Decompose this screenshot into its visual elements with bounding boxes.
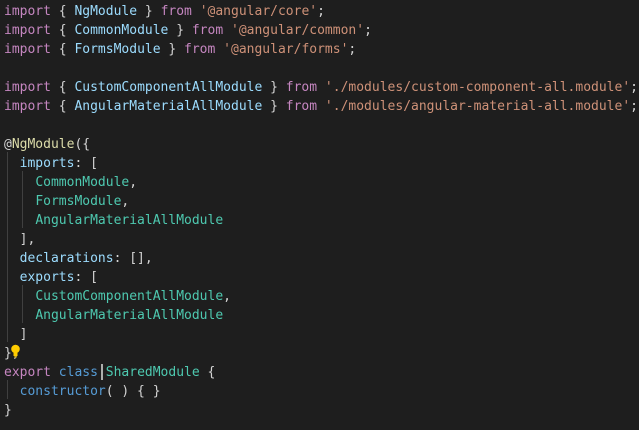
code-token: exports	[19, 270, 75, 285]
code-line[interactable]: export class SharedModule {	[4, 363, 215, 382]
code-line[interactable]: FormsModule,	[4, 192, 129, 211]
code-token: ;	[348, 42, 357, 57]
code-token: import	[4, 4, 51, 19]
code-token: }	[160, 42, 185, 57]
code-token: CustomComponentAllModule	[74, 80, 263, 95]
code-token: ;	[630, 99, 638, 114]
code-token: ;	[317, 4, 325, 19]
code-token: export	[4, 365, 51, 380]
code-token: FormsModule	[74, 42, 161, 57]
code-token: from	[285, 99, 318, 114]
code-line[interactable]: import { CommonModule } from '@angular/c…	[4, 21, 372, 40]
code-line[interactable]: }	[4, 401, 12, 420]
code-line[interactable]: exports: [	[4, 268, 98, 287]
code-line[interactable]: import { FormsModule } from '@angular/fo…	[4, 40, 356, 59]
code-token: : [],	[113, 251, 153, 266]
code-token: }	[262, 80, 286, 95]
code-token: : [	[74, 270, 98, 285]
code-token: from	[184, 42, 216, 57]
code-line[interactable]: import { CustomComponentAllModule } from…	[4, 78, 638, 97]
code-line[interactable]: AngularMaterialAllModule	[4, 306, 223, 325]
code-line[interactable]: CommonModule,	[4, 173, 137, 192]
code-token: ;	[630, 80, 638, 95]
code-token: }	[4, 403, 12, 418]
code-token: FormsModule	[35, 194, 122, 209]
code-token: './modules/angular-material-all.module'	[324, 99, 631, 114]
code-token: import	[4, 80, 51, 95]
text-cursor	[101, 364, 103, 380]
code-token: {	[50, 42, 75, 57]
code-token: CommonModule	[74, 23, 169, 38]
code-token: ;	[364, 23, 372, 38]
code-token: constructor	[19, 384, 106, 399]
code-token: import	[4, 42, 51, 57]
code-token: CustomComponentAllModule	[35, 289, 224, 304]
code-token: {	[50, 99, 75, 114]
code-token: from	[160, 4, 192, 19]
code-token: : [	[74, 156, 98, 171]
code-token: NgModule	[11, 137, 75, 152]
lightbulb-icon[interactable]	[10, 344, 21, 358]
code-token: CommonModule	[35, 175, 130, 190]
code-token: ({	[74, 137, 91, 152]
code-token: {	[50, 23, 75, 38]
code-token: {	[50, 4, 75, 19]
code-token: '@angular/forms'	[223, 42, 349, 57]
code-token: ( ) { }	[105, 384, 161, 399]
code-token: NgModule	[74, 4, 138, 19]
code-token: from	[191, 23, 224, 38]
code-token: ],	[4, 232, 36, 247]
code-line[interactable]: AngularMaterialAllModule	[4, 211, 223, 230]
code-editor[interactable]: import { NgModule } from '@angular/core'…	[0, 0, 639, 430]
code-token: {	[50, 80, 75, 95]
code-line[interactable]: CustomComponentAllModule,	[4, 287, 231, 306]
code-line[interactable]: imports: [	[4, 154, 98, 173]
code-token: import	[4, 99, 51, 114]
code-token: ]	[4, 327, 28, 342]
code-token: imports	[19, 156, 75, 171]
code-token: {	[199, 365, 216, 380]
code-token: '@angular/common'	[231, 23, 365, 38]
code-token: AngularMaterialAllModule	[74, 99, 263, 114]
code-line[interactable]: constructor( ) { }	[4, 382, 161, 401]
code-token: }	[168, 23, 192, 38]
code-token: import	[4, 23, 51, 38]
code-token: }	[137, 4, 161, 19]
code-token: SharedModule	[105, 365, 200, 380]
code-line[interactable]: declarations: [],	[4, 249, 153, 268]
code-line[interactable]: ]	[4, 325, 28, 344]
code-token: '@angular/core'	[199, 4, 318, 19]
code-token: @	[4, 137, 12, 152]
code-token: AngularMaterialAllModule	[35, 213, 224, 228]
code-token: declarations	[19, 251, 114, 266]
code-token: ,	[121, 194, 130, 209]
code-token: from	[285, 80, 318, 95]
code-token: ,	[129, 175, 138, 190]
code-token: class	[58, 365, 98, 380]
code-line[interactable]: @NgModule({	[4, 135, 90, 154]
code-line[interactable]: ],	[4, 230, 36, 249]
code-token: ,	[223, 289, 231, 304]
code-token: './modules/custom-component-all.module'	[324, 80, 631, 95]
code-token: AngularMaterialAllModule	[35, 308, 224, 323]
code-line[interactable]: import { AngularMaterialAllModule } from…	[4, 97, 638, 116]
code-line[interactable]: import { NgModule } from '@angular/core'…	[4, 2, 325, 21]
code-token: }	[262, 99, 286, 114]
